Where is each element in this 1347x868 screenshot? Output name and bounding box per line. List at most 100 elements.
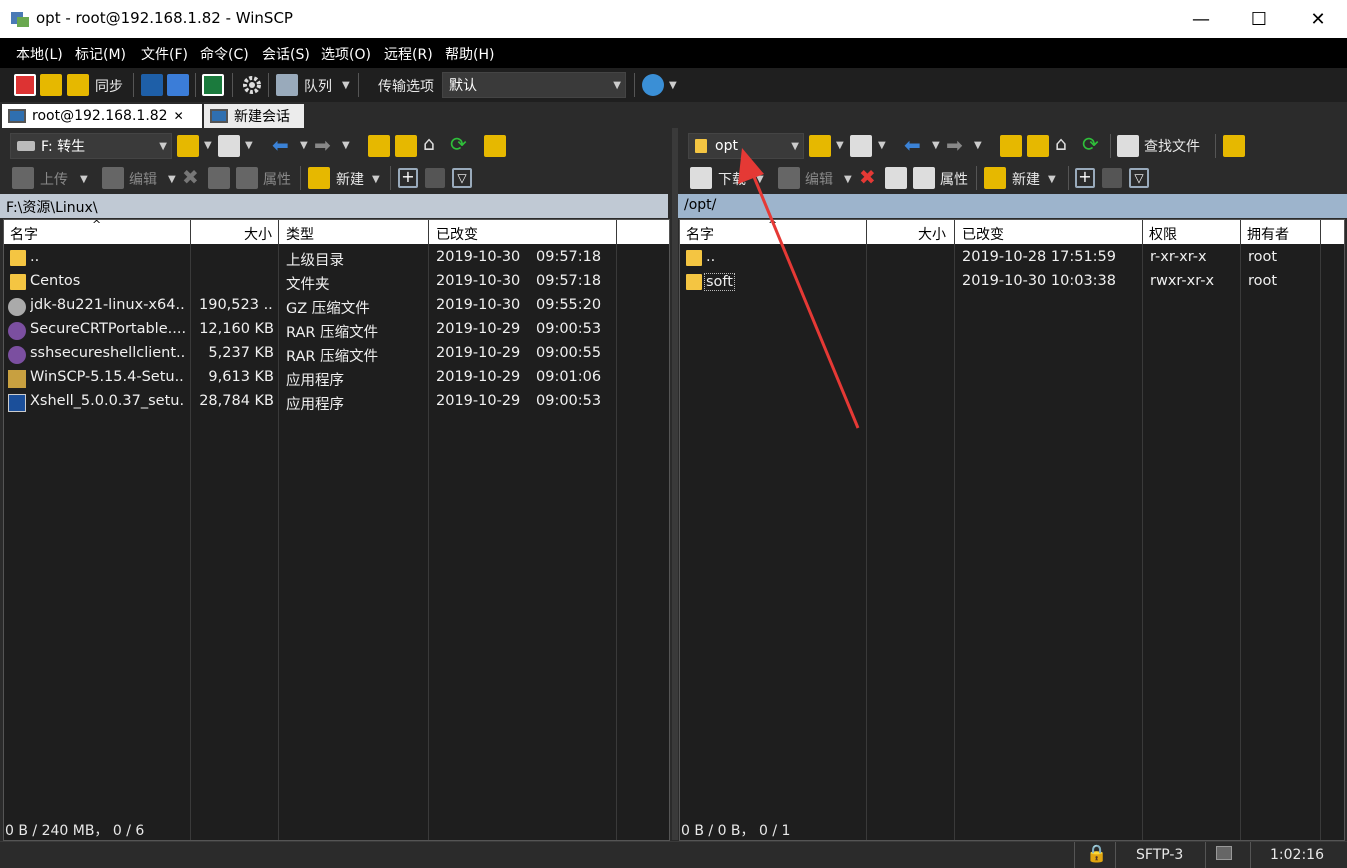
edit-button[interactable]: 编辑: [129, 169, 157, 189]
table-row[interactable]: Xshell_5.0.0.37_setu... 28,784 KB 应用程序 2…: [4, 390, 669, 414]
chevron-down-icon[interactable]: ▼: [372, 174, 380, 185]
new-folder-icon[interactable]: [984, 167, 1006, 189]
synchronize-browsing-icon[interactable]: [40, 74, 62, 96]
menu-help[interactable]: 帮助(H): [445, 44, 494, 64]
header-name[interactable]: 名字: [10, 224, 38, 244]
header-changed[interactable]: 已改变: [436, 224, 478, 244]
left-path-bar[interactable]: F:\资源\Linux\: [0, 194, 668, 218]
upload-icon[interactable]: [12, 167, 34, 189]
delete-icon[interactable]: ✖: [859, 165, 876, 189]
drive-select[interactable]: F: 转生 ▼: [10, 133, 172, 159]
globe-icon[interactable]: [642, 74, 664, 96]
table-row[interactable]: jdk-8u221-linux-x64... 190,523 ... GZ 压缩…: [4, 294, 669, 318]
chevron-down-icon[interactable]: ▼: [204, 140, 212, 151]
header-type[interactable]: 类型: [286, 224, 314, 244]
tree-icon[interactable]: [1223, 135, 1245, 157]
back-icon[interactable]: ⬅: [904, 133, 921, 157]
menu-remote[interactable]: 远程(R): [384, 44, 433, 64]
tree-icon[interactable]: [484, 135, 506, 157]
edit-icon[interactable]: [102, 167, 124, 189]
filter-icon[interactable]: [218, 135, 240, 157]
chevron-down-icon[interactable]: ▼: [80, 174, 88, 185]
header-owner[interactable]: 拥有者: [1247, 224, 1289, 244]
queue-button[interactable]: 队列: [304, 76, 332, 96]
menu-options[interactable]: 选项(O): [321, 44, 371, 64]
properties-icon[interactable]: [913, 167, 935, 189]
close-icon[interactable]: ✕: [174, 109, 184, 123]
edit-button[interactable]: 编辑: [805, 169, 833, 189]
transfer-settings-select[interactable]: 默认 ▼: [442, 72, 626, 98]
table-row[interactable]: .. 上级目录 2019-10-30 09:57:18: [4, 246, 669, 270]
chevron-down-icon[interactable]: ▼: [342, 140, 350, 151]
tab-session[interactable]: root@192.168.1.82 ✕: [2, 104, 202, 128]
new-button[interactable]: 新建: [336, 169, 364, 189]
invert-selection-icon[interactable]: ▽: [452, 168, 472, 188]
find-files-button[interactable]: 查找文件: [1144, 136, 1200, 156]
unselect-icon[interactable]: [425, 168, 445, 188]
root-dir-icon[interactable]: [395, 135, 417, 157]
table-row[interactable]: Centos 文件夹 2019-10-30 09:57:18: [4, 270, 669, 294]
chevron-down-icon[interactable]: ▼: [756, 174, 764, 185]
open-folder-icon[interactable]: [177, 135, 199, 157]
chevron-down-icon[interactable]: ▼: [669, 80, 677, 91]
header-changed[interactable]: 已改变: [962, 224, 1004, 244]
rename-icon[interactable]: [885, 167, 907, 189]
minimize-button[interactable]: —: [1172, 0, 1230, 38]
rename-icon[interactable]: [208, 167, 230, 189]
chevron-down-icon[interactable]: ▼: [300, 140, 308, 151]
back-icon[interactable]: ⬅: [272, 133, 289, 157]
edit-icon[interactable]: [778, 167, 800, 189]
putty-icon[interactable]: [167, 74, 189, 96]
table-row[interactable]: sshsecureshellclient... 5,237 KB RAR 压缩文…: [4, 342, 669, 366]
chevron-down-icon[interactable]: ▼: [168, 174, 176, 185]
download-button[interactable]: 下载: [718, 169, 746, 189]
select-all-icon[interactable]: +: [398, 168, 418, 188]
parent-dir-icon[interactable]: [368, 135, 390, 157]
menu-file[interactable]: 文件(F): [141, 44, 188, 64]
menu-command[interactable]: 命令(C): [200, 44, 249, 64]
sync-icon[interactable]: [67, 74, 89, 96]
chevron-down-icon[interactable]: ▼: [844, 174, 852, 185]
forward-icon[interactable]: ➡: [946, 133, 963, 157]
panel-splitter[interactable]: [672, 128, 678, 840]
root-dir-icon[interactable]: [1027, 135, 1049, 157]
home-icon[interactable]: ⌂: [423, 133, 435, 155]
chevron-down-icon[interactable]: ▼: [932, 140, 940, 151]
table-row[interactable]: SecureCRTPortable.... 12,160 KB RAR 压缩文件…: [4, 318, 669, 342]
properties-button[interactable]: 属性: [940, 169, 968, 189]
sync-button[interactable]: 同步: [95, 76, 123, 96]
menu-mark[interactable]: 标记(M): [75, 44, 126, 64]
remote-dir-select[interactable]: opt ▼: [688, 133, 804, 159]
menu-session[interactable]: 会话(S): [262, 44, 310, 64]
compare-dirs-icon[interactable]: [14, 74, 36, 96]
explorer-icon[interactable]: [202, 74, 224, 96]
header-size[interactable]: 大小: [244, 224, 272, 244]
console-icon[interactable]: [141, 74, 163, 96]
close-button[interactable]: ✕: [1289, 0, 1347, 38]
new-button[interactable]: 新建: [1012, 169, 1040, 189]
upload-button[interactable]: 上传: [40, 169, 68, 189]
filter-icon[interactable]: [850, 135, 872, 157]
chevron-down-icon[interactable]: ▼: [245, 140, 253, 151]
home-icon[interactable]: ⌂: [1055, 133, 1067, 155]
find-files-icon[interactable]: [1117, 135, 1139, 157]
refresh-icon[interactable]: ⟳: [1082, 132, 1099, 156]
properties-icon[interactable]: [236, 167, 258, 189]
chevron-down-icon[interactable]: ▼: [878, 140, 886, 151]
queue-icon[interactable]: [276, 74, 298, 96]
chevron-down-icon[interactable]: ▼: [1048, 174, 1056, 185]
refresh-icon[interactable]: ⟳: [450, 132, 467, 156]
select-all-icon[interactable]: +: [1075, 168, 1095, 188]
tab-new-session[interactable]: 新建会话: [204, 104, 304, 128]
new-folder-icon[interactable]: [308, 167, 330, 189]
table-row[interactable]: .. 2019-10-28 17:51:59 r-xr-xr-x root: [680, 246, 1344, 270]
open-folder-icon[interactable]: [809, 135, 831, 157]
invert-selection-icon[interactable]: ▽: [1129, 168, 1149, 188]
download-icon[interactable]: [690, 167, 712, 189]
header-permissions[interactable]: 权限: [1149, 224, 1177, 244]
gear-icon[interactable]: [241, 74, 263, 96]
header-name[interactable]: 名字: [686, 224, 714, 244]
right-path-bar[interactable]: /opt/: [678, 194, 1347, 218]
unselect-icon[interactable]: [1102, 168, 1122, 188]
menu-local[interactable]: 本地(L): [16, 44, 63, 64]
